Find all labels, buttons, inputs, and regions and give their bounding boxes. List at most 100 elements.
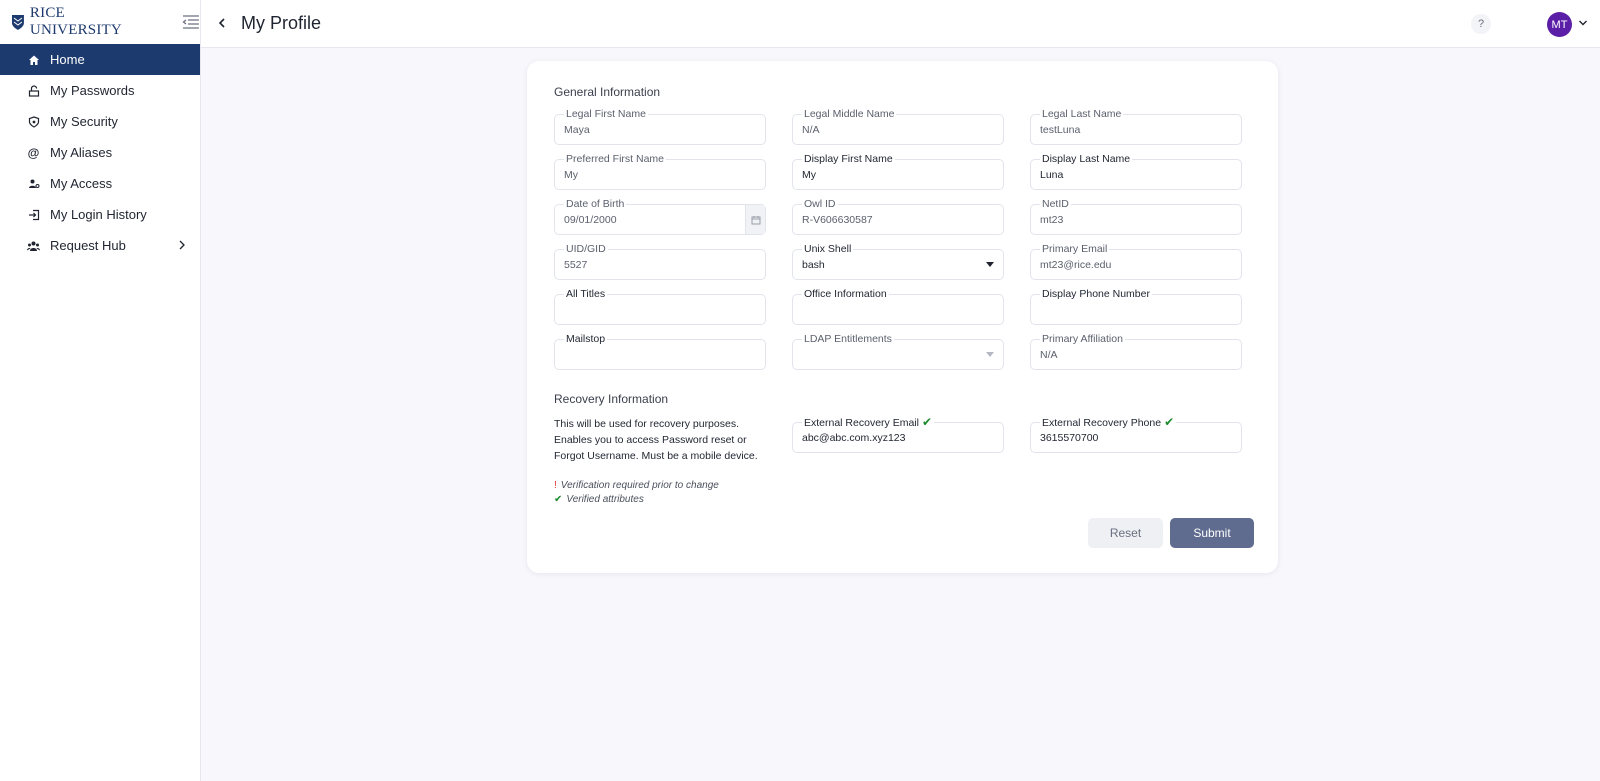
sidebar-item-my-passwords[interactable]: My Passwords (0, 75, 200, 106)
field-label: Date of Birth (564, 198, 627, 210)
sidebar-item-label: My Passwords (50, 83, 135, 98)
calendar-icon[interactable] (745, 205, 765, 234)
uid-gid-field[interactable]: UID/GID 5527 (554, 243, 766, 280)
legal-first-name-field[interactable]: Legal First Name Maya (554, 108, 766, 145)
field-value: 3615570700 (1040, 432, 1099, 444)
field-label-text: External Recovery Phone (1042, 417, 1162, 429)
field-label: NetID (1040, 198, 1071, 210)
field-label: External Recovery Email ✔ (802, 415, 935, 429)
ldap-entitlements-select[interactable]: LDAP Entitlements (792, 333, 1004, 370)
date-of-birth-field[interactable]: Date of Birth 09/01/2000 (554, 198, 766, 235)
external-recovery-email-field[interactable]: External Recovery Email ✔ abc@abc.com.xyz… (792, 416, 1004, 453)
field-label: Primary Email (1040, 243, 1110, 255)
field-label: Display Phone Number (1040, 288, 1152, 300)
chevron-down-icon[interactable] (1578, 19, 1588, 27)
brand: RICE UNIVERSITY (0, 0, 200, 44)
field-value: 09/01/2000 (564, 214, 617, 226)
field-label: Display First Name (802, 153, 895, 165)
field-value: My (802, 169, 816, 181)
verified-check-icon: ✔ (1164, 415, 1175, 429)
sidebar-item-my-access[interactable]: My Access (0, 168, 200, 199)
display-phone-number-field[interactable]: Display Phone Number (1030, 288, 1242, 325)
unix-shell-select[interactable]: Unix Shell bash (792, 243, 1004, 280)
primary-affiliation-field[interactable]: Primary Affiliation N/A (1030, 333, 1242, 370)
sidebar-item-my-login-history[interactable]: My Login History (0, 199, 200, 230)
field-value: N/A (1040, 349, 1058, 361)
display-last-name-field[interactable]: Display Last Name Luna (1030, 153, 1242, 190)
field-label: Owl ID (802, 198, 838, 210)
field-label: Primary Affiliation (1040, 333, 1125, 345)
brand-logo-text: RICE UNIVERSITY (29, 5, 122, 38)
dropdown-arrow-icon[interactable] (986, 262, 994, 267)
office-information-field[interactable]: Office Information (792, 288, 1004, 325)
legend-text: Verified attributes (566, 494, 644, 505)
all-titles-field[interactable]: All Titles (554, 288, 766, 325)
field-label-text: External Recovery Email (804, 417, 919, 429)
sidebar-item-my-security[interactable]: My Security (0, 106, 200, 137)
field-label: Mailstop (564, 333, 608, 345)
legend-text: Verification required prior to change (560, 480, 719, 491)
netid-field[interactable]: NetID mt23 (1030, 198, 1242, 235)
rice-shield-icon (11, 14, 24, 30)
users-icon (27, 239, 40, 252)
field-label: Legal Last Name (1040, 108, 1124, 120)
field-label: Display Last Name (1040, 153, 1133, 165)
submit-button[interactable]: Submit (1170, 518, 1254, 548)
primary-email-field[interactable]: Primary Email mt23@rice.edu (1030, 243, 1242, 280)
page-title: My Profile (241, 13, 322, 33)
reset-button[interactable]: Reset (1088, 518, 1163, 548)
verified-check-icon: ✔ (921, 415, 933, 429)
sidebar-item-label: Home (50, 52, 85, 67)
dropdown-arrow-icon[interactable] (986, 352, 994, 357)
sidebar-item-label: My Access (50, 176, 113, 191)
field-label: Office Information (802, 288, 889, 300)
recovery-information-title: Recovery Information (554, 392, 669, 406)
field-value: My (564, 169, 578, 181)
field-label: LDAP Entitlements (802, 333, 894, 345)
sidebar-item-label: My Security (50, 114, 118, 129)
shield-icon (27, 115, 40, 128)
field-value: mt23 (1040, 214, 1064, 226)
field-value: Luna (1040, 169, 1064, 181)
field-label: Unix Shell (802, 243, 854, 255)
login-icon (27, 208, 40, 221)
recovery-description: This will be used for recovery purposes.… (554, 418, 758, 462)
avatar[interactable]: MT (1547, 12, 1572, 37)
field-value: bash (802, 259, 825, 271)
profile-card: General Information Legal First Name May… (527, 61, 1278, 573)
chevron-right-icon (179, 240, 185, 250)
legal-last-name-field[interactable]: Legal Last Name testLuna (1030, 108, 1242, 145)
home-icon (27, 53, 40, 66)
owl-id-field[interactable]: Owl ID R-V606630587 (792, 198, 1004, 235)
field-label: All Titles (564, 288, 608, 300)
sidebar-item-my-aliases[interactable]: @ My Aliases (0, 137, 200, 168)
field-value: abc@abc.com.xyz123 (802, 432, 906, 444)
sidebar-item-request-hub[interactable]: Request Hub (0, 230, 200, 261)
field-value: testLuna (1040, 124, 1081, 136)
general-information-title: General Information (554, 85, 661, 99)
password-icon (27, 84, 40, 97)
sidebar-item-label: Request Hub (50, 238, 126, 253)
preferred-first-name-field[interactable]: Preferred First Name My (554, 153, 766, 190)
mailstop-field[interactable]: Mailstop (554, 333, 766, 370)
sidebar-nav: Home My Passwords My Security @ My Alias… (0, 44, 200, 261)
sidebar-item-label: My Aliases (50, 145, 113, 160)
legend-verification-required: ! Verification required prior to change (554, 480, 719, 491)
field-value: R-V606630587 (802, 214, 873, 226)
field-value: 5527 (564, 259, 588, 271)
exclamation-icon: ! (554, 480, 557, 491)
collapse-menu-icon[interactable] (182, 15, 200, 29)
display-first-name-field[interactable]: Display First Name My (792, 153, 1004, 190)
check-icon: ✔ (554, 494, 563, 505)
field-label: Legal First Name (564, 108, 648, 120)
back-chevron-icon[interactable] (215, 16, 229, 30)
at-icon: @ (27, 145, 40, 160)
legend-verified-attributes: ✔ Verified attributes (554, 494, 644, 505)
top-bar: My Profile ? MT (201, 0, 1600, 48)
legal-middle-name-field[interactable]: Legal Middle Name N/A (792, 108, 1004, 145)
help-button[interactable]: ? (1471, 14, 1491, 34)
external-recovery-phone-field[interactable]: External Recovery Phone ✔ 3615570700 (1030, 416, 1242, 453)
field-value: mt23@rice.edu (1040, 259, 1112, 271)
field-label: Preferred First Name (564, 153, 667, 165)
sidebar-item-home[interactable]: Home (0, 44, 200, 75)
